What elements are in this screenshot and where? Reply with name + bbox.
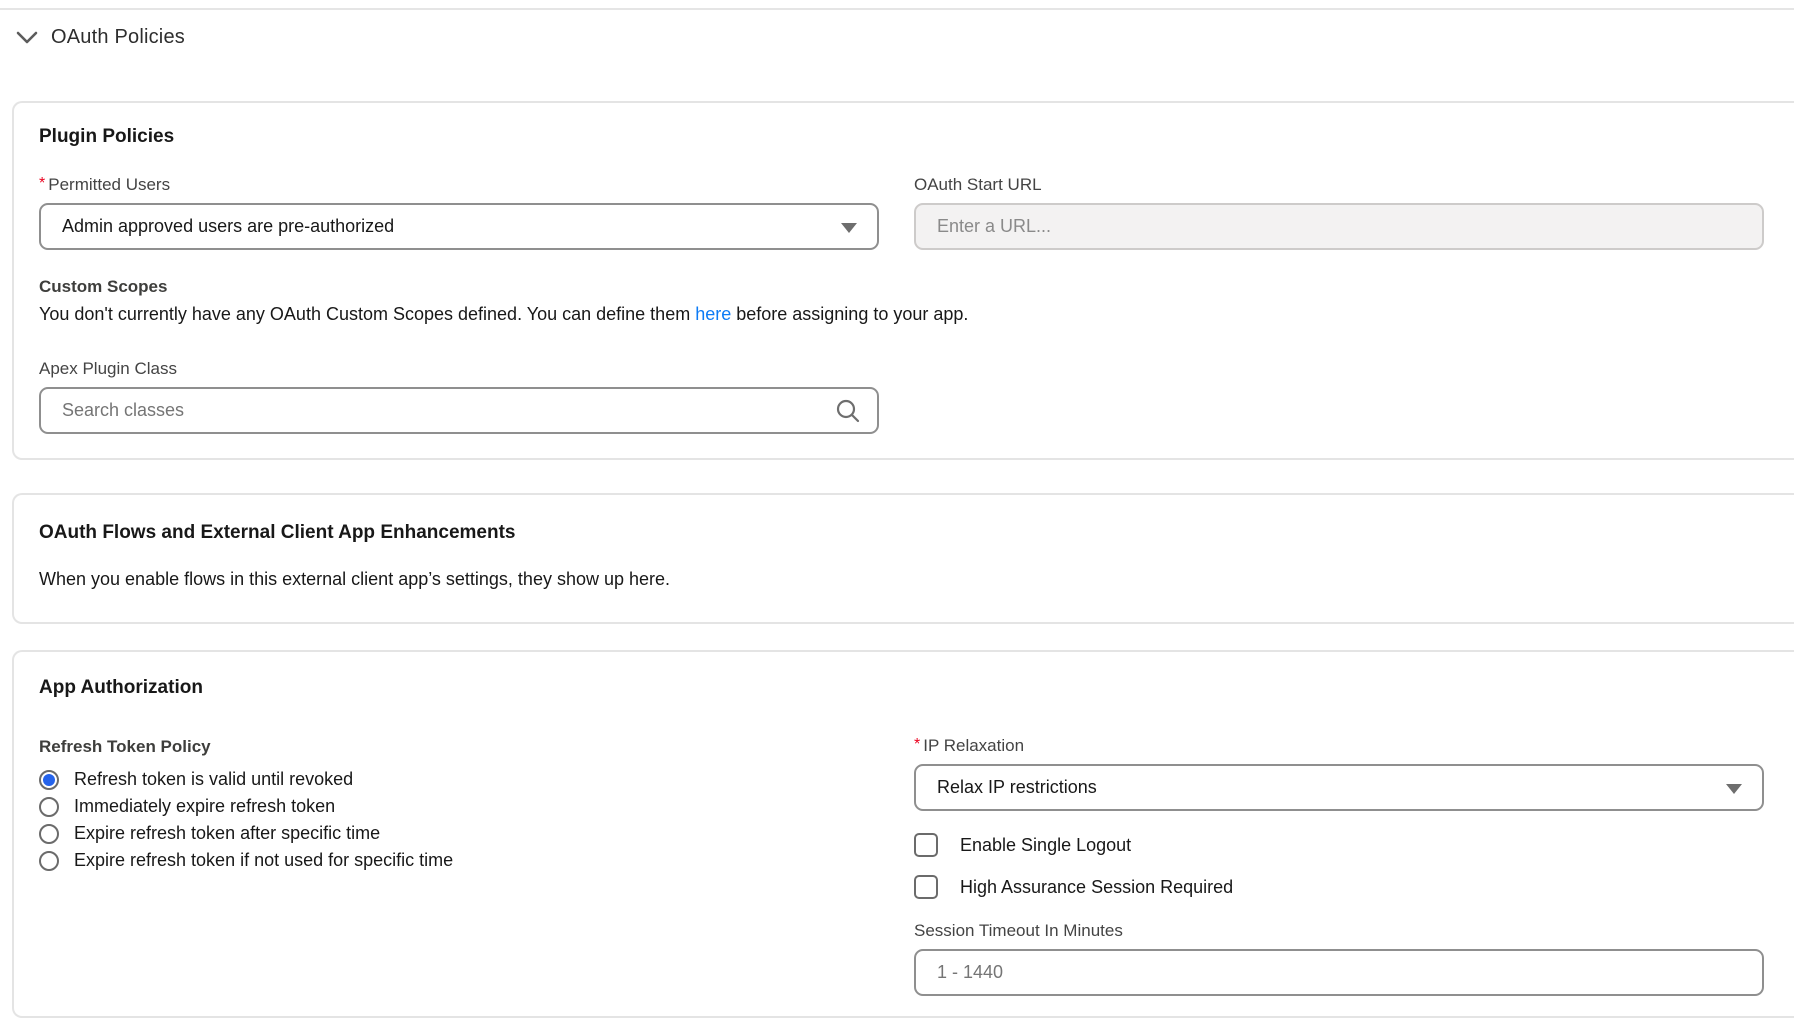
top-divider: [0, 8, 1794, 10]
oauth-flows-description: When you enable flows in this external c…: [39, 567, 1764, 592]
high-assurance-session-row[interactable]: High Assurance Session Required: [914, 875, 1764, 899]
session-timeout-input[interactable]: [916, 951, 1762, 994]
radio-option-valid-until-revoked[interactable]: Refresh token is valid until revoked: [39, 766, 879, 793]
refresh-token-policy-label: Refresh Token Policy: [39, 736, 879, 758]
ip-relaxation-label: * IP Relaxation: [914, 736, 1764, 756]
oauth-start-url-input: [916, 205, 1762, 248]
app-authorization-heading: App Authorization: [39, 676, 1764, 700]
session-timeout-input-wrap: [914, 949, 1764, 996]
radio-unselected-icon[interactable]: [39, 797, 59, 817]
oauth-policies-section-toggle[interactable]: OAuth Policies: [16, 26, 185, 49]
section-title: OAuth Policies: [51, 26, 185, 49]
dropdown-caret-icon: [1726, 784, 1742, 794]
permitted-users-combobox[interactable]: Admin approved users are pre-authorized: [39, 203, 879, 250]
chevron-down-icon[interactable]: [16, 31, 38, 44]
ip-relaxation-value: Relax IP restrictions: [937, 777, 1712, 798]
required-asterisk: *: [39, 175, 45, 193]
cards-container: Plugin Policies * Permitted Users Admin …: [12, 101, 1794, 1018]
enable-single-logout-row[interactable]: Enable Single Logout: [914, 833, 1764, 857]
permitted-users-label: * Permitted Users: [39, 175, 879, 195]
required-asterisk: *: [914, 736, 920, 754]
app-authorization-card: App Authorization Refresh Token Policy R…: [12, 650, 1794, 1018]
radio-option-expire-if-not-used[interactable]: Expire refresh token if not used for spe…: [39, 847, 879, 874]
custom-scopes-label: Custom Scopes: [39, 276, 1764, 298]
custom-scopes-here-link[interactable]: here: [695, 304, 731, 324]
oauth-flows-heading: OAuth Flows and External Client App Enha…: [39, 521, 1764, 545]
radio-option-expire-after-time[interactable]: Expire refresh token after specific time: [39, 820, 879, 847]
checkbox-unchecked-icon[interactable]: [914, 875, 938, 899]
oauth-start-url-input-wrap: [914, 203, 1764, 250]
oauth-start-url-label: OAuth Start URL: [914, 175, 1764, 195]
search-icon: [835, 398, 861, 424]
plugin-policies-card: Plugin Policies * Permitted Users Admin …: [12, 101, 1794, 460]
apex-plugin-class-search-wrap: [39, 387, 879, 434]
checkbox-unchecked-icon[interactable]: [914, 833, 938, 857]
apex-plugin-class-label: Apex Plugin Class: [39, 359, 879, 379]
radio-unselected-icon[interactable]: [39, 851, 59, 871]
radio-unselected-icon[interactable]: [39, 824, 59, 844]
oauth-flows-card: OAuth Flows and External Client App Enha…: [12, 493, 1794, 624]
checkbox-group: Enable Single Logout High Assurance Sess…: [914, 833, 1764, 899]
radio-selected-icon[interactable]: [39, 770, 59, 790]
permitted-users-value: Admin approved users are pre-authorized: [62, 216, 827, 237]
plugin-policies-heading: Plugin Policies: [39, 125, 1764, 149]
oauth-policies-page: OAuth Policies Plugin Policies * Permitt…: [0, 0, 1794, 1030]
custom-scopes-text: You don't currently have any OAuth Custo…: [39, 302, 1764, 327]
dropdown-caret-icon: [841, 223, 857, 233]
radio-option-immediately-expire[interactable]: Immediately expire refresh token: [39, 793, 879, 820]
ip-relaxation-combobox[interactable]: Relax IP restrictions: [914, 764, 1764, 811]
refresh-token-policy-radio-group: Refresh token is valid until revoked Imm…: [39, 766, 879, 874]
session-timeout-label: Session Timeout In Minutes: [914, 921, 1764, 941]
apex-plugin-class-search-input[interactable]: [41, 389, 821, 432]
